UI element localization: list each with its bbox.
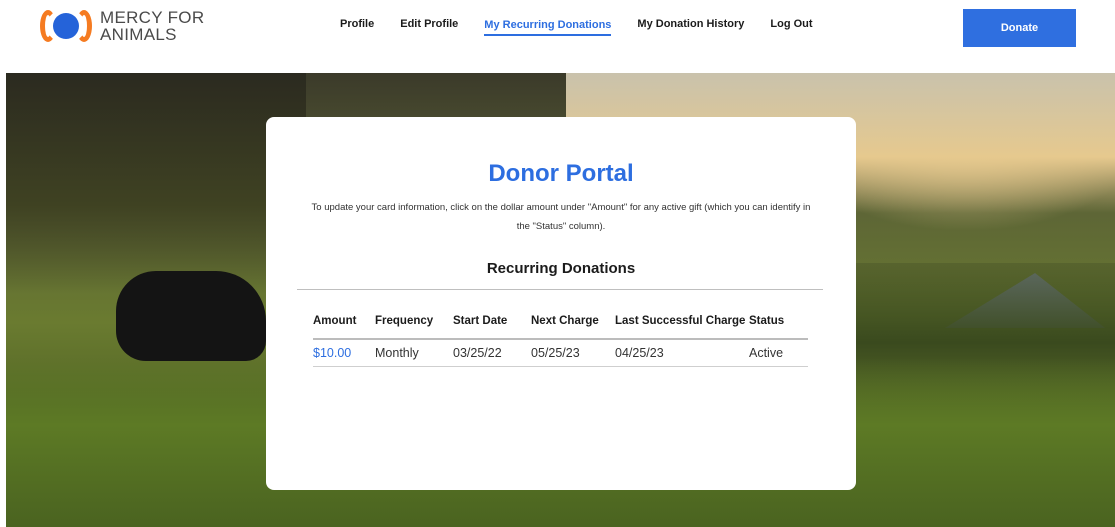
- nav-profile[interactable]: Profile: [340, 18, 374, 33]
- donor-portal-card: Donor Portal To update your card informa…: [266, 117, 856, 490]
- header-status: Status: [749, 315, 785, 327]
- site-header: MERCY FOR ANIMALS Profile Edit Profile M…: [0, 0, 1115, 62]
- header-start-date: Start Date: [453, 315, 508, 327]
- cell-start-date: 03/25/22: [453, 346, 502, 360]
- nav-log-out[interactable]: Log Out: [770, 18, 812, 33]
- table-header-row: Amount Frequency Start Date Next Charge …: [313, 305, 808, 340]
- nav-my-donation-history[interactable]: My Donation History: [637, 18, 744, 33]
- page-title: Donor Portal: [488, 160, 634, 187]
- recurring-donations-table: Amount Frequency Start Date Next Charge …: [313, 305, 808, 367]
- header-next-charge: Next Charge: [531, 315, 599, 327]
- cow-silhouette: [116, 271, 266, 361]
- cell-next-charge: 05/25/23: [531, 346, 580, 360]
- instructions-text: To update your card information, click o…: [311, 202, 811, 232]
- section-title: Recurring Donations: [486, 260, 636, 277]
- nav-edit-profile[interactable]: Edit Profile: [400, 18, 458, 33]
- section-divider: [297, 289, 823, 290]
- cell-frequency: Monthly: [375, 346, 419, 360]
- nav-my-recurring-donations[interactable]: My Recurring Donations: [484, 19, 612, 36]
- logo-mark-icon: [38, 8, 94, 44]
- header-amount: Amount: [313, 315, 357, 327]
- header-last-successful-charge: Last Successful Charge: [615, 315, 746, 327]
- table-row: $10.00 Monthly 03/25/22 05/25/23 04/25/2…: [313, 340, 808, 367]
- cell-last-successful-charge: 04/25/23: [615, 346, 664, 360]
- amount-link[interactable]: $10.00: [313, 346, 375, 360]
- logo-line-2: ANIMALS: [100, 25, 177, 44]
- header-frequency: Frequency: [375, 315, 434, 327]
- donate-button[interactable]: Donate: [963, 9, 1076, 47]
- mercy-for-animals-logo[interactable]: MERCY FOR ANIMALS: [38, 6, 208, 46]
- main-nav: Profile Edit Profile My Recurring Donati…: [340, 0, 839, 50]
- logo-wordmark: MERCY FOR ANIMALS: [100, 9, 204, 43]
- logo-line-1: MERCY FOR: [100, 8, 205, 27]
- cell-status: Active: [749, 346, 784, 360]
